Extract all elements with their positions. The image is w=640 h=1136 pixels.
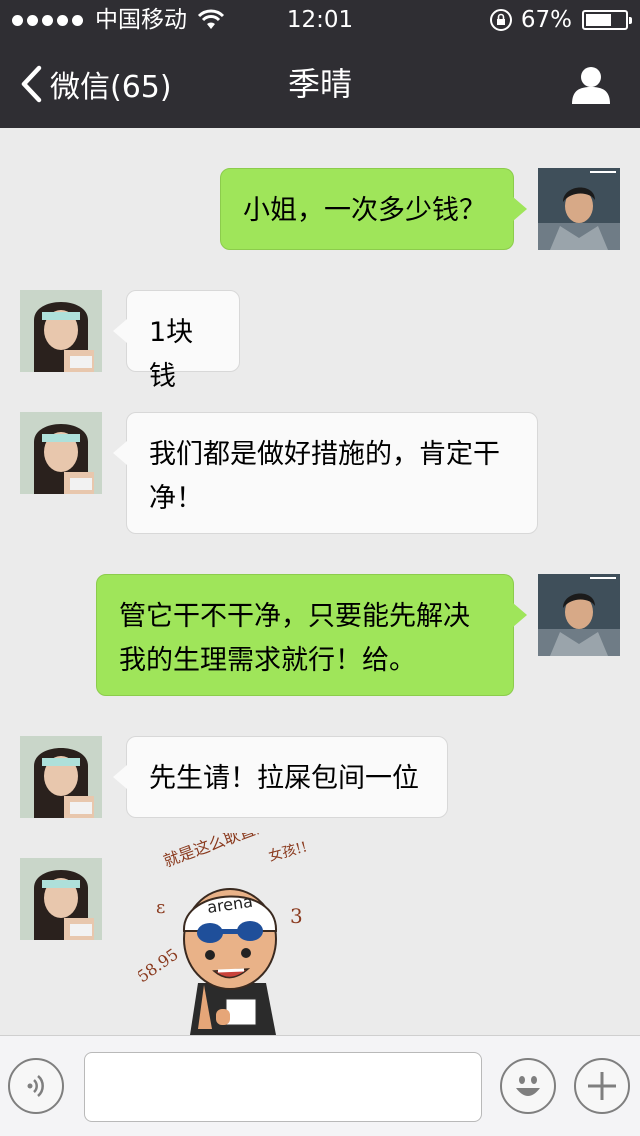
message-text: 小姐，一次多少钱？: [243, 195, 486, 226]
sticker-message[interactable]: 就是这么耿直的 女孩!! 58.95 ε 3 arena: [138, 833, 328, 1035]
navigation-bar: 微信(65) 季晴: [0, 40, 640, 128]
message-bubble-incoming[interactable]: 1块钱: [113, 290, 240, 392]
contact-avatar[interactable]: [20, 290, 102, 372]
chat-area[interactable]: 小姐，一次多少钱？ 1块钱 我们都是做好措施的，肯定干净！ 管它干不干净，只要能…: [0, 128, 640, 1035]
top-bar: 中国移动 12:01 67% 微信(65) 季晴: [0, 0, 640, 128]
male-avatar-image: [538, 168, 620, 250]
voice-button[interactable]: [8, 1058, 64, 1114]
message-text: 管它干不干净，只要能先解决我的生理需求就行！给。: [119, 601, 470, 676]
sticker-doodle: ε: [156, 897, 165, 918]
battery-level: [586, 14, 612, 26]
contact-avatar[interactable]: [20, 736, 102, 818]
plus-icon: [588, 1072, 616, 1100]
chat-title: 季晴: [287, 65, 352, 103]
status-bar: 中国移动 12:01 67%: [0, 0, 640, 40]
message-text: 先生请！拉屎包间一位: [149, 763, 419, 794]
rotation-lock-icon: [489, 9, 512, 31]
sticker-doodle: 3: [290, 904, 303, 928]
message-text: 1块钱: [149, 317, 194, 392]
female-avatar-image: [20, 412, 102, 494]
emoji-button[interactable]: [500, 1058, 556, 1114]
sticker-caption-1: 就是这么耿直的: [161, 833, 273, 871]
message-bubble-incoming[interactable]: 我们都是做好措施的，肯定干净！: [113, 412, 538, 534]
female-avatar-image: [20, 858, 102, 940]
female-avatar-image: [20, 290, 102, 372]
message-bubble-incoming[interactable]: 先生请！拉屎包间一位: [113, 736, 448, 818]
message-input[interactable]: [84, 1052, 482, 1122]
sticker-caption-2: 女孩!!: [267, 838, 309, 865]
smiley-icon: [516, 1076, 540, 1096]
female-avatar-image: [20, 736, 102, 818]
contact-avatar[interactable]: [20, 858, 102, 940]
my-avatar[interactable]: [538, 574, 620, 656]
contact-avatar[interactable]: [20, 412, 102, 494]
my-avatar[interactable]: [538, 168, 620, 250]
battery-percent: 67%: [520, 7, 572, 33]
person-icon[interactable]: [570, 64, 612, 106]
battery-icon: [582, 10, 632, 30]
sticker-side-text: 58.95: [138, 944, 182, 986]
message-bubble-outgoing[interactable]: 小姐，一次多少钱？: [220, 168, 527, 250]
message-bubble-outgoing[interactable]: 管它干不干净，只要能先解决我的生理需求就行！给。: [96, 574, 527, 696]
message-text: 我们都是做好措施的，肯定干净！: [149, 439, 500, 514]
male-avatar-image: [538, 574, 620, 656]
status-right: 67%: [489, 0, 632, 40]
input-toolbar: [0, 1035, 640, 1136]
voice-icon: [27, 1075, 44, 1097]
more-button[interactable]: [574, 1058, 630, 1114]
